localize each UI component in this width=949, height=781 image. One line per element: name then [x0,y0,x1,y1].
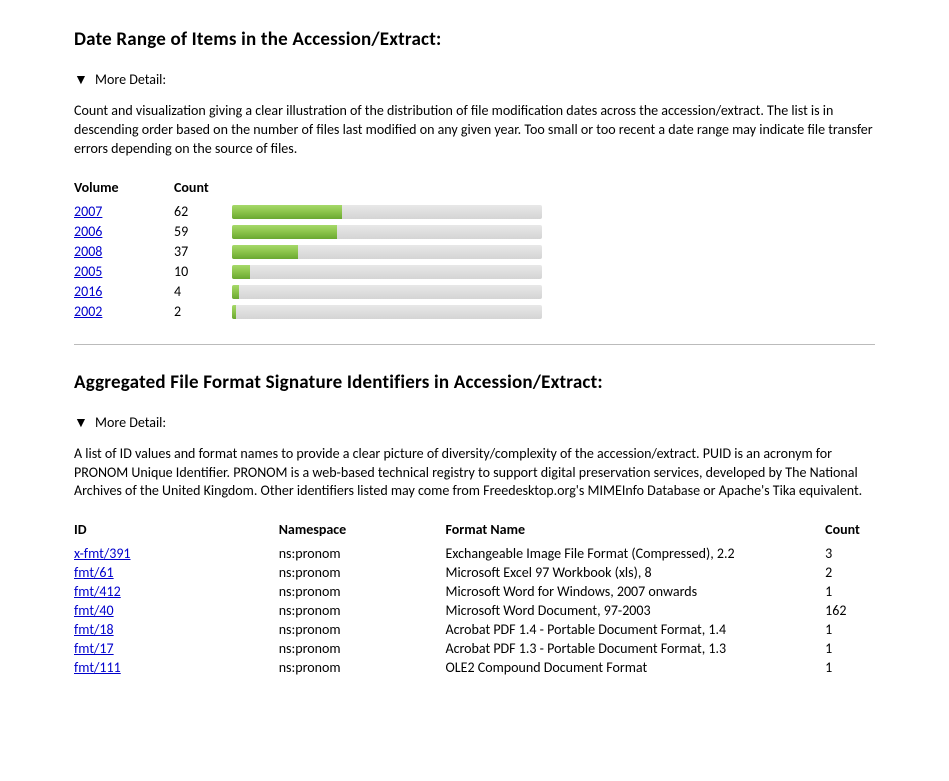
table-row: 2016 4 [74,282,562,302]
table-row: 2008 37 [74,242,562,262]
table-row: 2007 62 [74,202,562,222]
format-name-cell: Acrobat PDF 1.4 - Portable Document Form… [445,620,825,639]
date-range-description: Count and visualization giving a clear i… [74,102,875,159]
bar-track [232,245,542,259]
col-count: Count [825,519,875,544]
format-name-cell: Microsoft Word for Windows, 2007 onwards [445,582,825,601]
more-detail-label: More Detail: [95,71,166,88]
format-table: ID Namespace Format Name Count x-fmt/391… [74,519,875,677]
section-divider [74,344,875,345]
table-row: 2005 10 [74,262,562,282]
format-heading: Aggregated File Format Signature Identif… [74,371,875,394]
table-row: x-fmt/391 ns:pronomExchangeable Image Fil… [74,544,875,563]
bar-track [232,285,542,299]
year-link[interactable]: 2002 [74,303,102,320]
table-row: fmt/412 ns:pronomMicrosoft Word for Windo… [74,582,875,601]
count-cell: 1 [825,639,875,658]
year-link[interactable]: 2006 [74,223,102,240]
format-name-cell: OLE2 Compound Document Format [445,658,825,677]
format-name-cell: Microsoft Excel 97 Workbook (xls), 8 [445,563,825,582]
namespace-cell: ns:pronom [279,639,446,658]
col-volume: Volume [74,177,174,202]
triangle-down-icon: ▼ [74,414,88,431]
year-link[interactable]: 2007 [74,203,102,220]
bar-fill [232,205,342,219]
count-cell: 4 [174,282,232,302]
bar-track [232,225,542,239]
namespace-cell: ns:pronom [279,620,446,639]
count-cell: 1 [825,658,875,677]
format-description: A list of ID values and format names to … [74,445,875,502]
date-range-heading: Date Range of Items in the Accession/Ext… [74,28,875,51]
col-id: ID [74,519,279,544]
year-link[interactable]: 2005 [74,263,102,280]
format-id-link[interactable]: fmt/40 [74,602,114,619]
count-cell: 62 [174,202,232,222]
more-detail-label: More Detail: [95,414,166,431]
namespace-cell: ns:pronom [279,544,446,563]
count-cell: 3 [825,544,875,563]
bar-track [232,305,542,319]
table-row: fmt/61 ns:pronomMicrosoft Excel 97 Workbo… [74,563,875,582]
format-id-link[interactable]: x-fmt/391 [74,545,131,562]
table-row: 2002 2 [74,302,562,322]
table-row: fmt/40 ns:pronomMicrosoft Word Document, … [74,601,875,620]
bar-track [232,205,542,219]
count-cell: 162 [825,601,875,620]
bar-fill [232,305,236,319]
namespace-cell: ns:pronom [279,563,446,582]
year-link[interactable]: 2016 [74,283,102,300]
format-name-cell: Acrobat PDF 1.3 - Portable Document Form… [445,639,825,658]
table-row: fmt/17 ns:pronomAcrobat PDF 1.3 - Portabl… [74,639,875,658]
table-row: 2006 59 [74,222,562,242]
format-id-link[interactable]: fmt/111 [74,659,121,676]
col-count: Count [174,177,232,202]
count-cell: 37 [174,242,232,262]
format-id-link[interactable]: fmt/18 [74,621,114,638]
more-detail-toggle-2[interactable]: ▼ More Detail: [74,414,875,431]
col-format: Format Name [445,519,825,544]
count-cell: 2 [825,563,875,582]
table-row: fmt/18 ns:pronomAcrobat PDF 1.4 - Portabl… [74,620,875,639]
namespace-cell: ns:pronom [279,582,446,601]
bar-track [232,265,542,279]
format-name-cell: Exchangeable Image File Format (Compress… [445,544,825,563]
format-id-link[interactable]: fmt/412 [74,583,121,600]
namespace-cell: ns:pronom [279,658,446,677]
namespace-cell: ns:pronom [279,601,446,620]
count-cell: 1 [825,582,875,601]
year-link[interactable]: 2008 [74,243,102,260]
count-cell: 2 [174,302,232,322]
format-id-link[interactable]: fmt/61 [74,564,114,581]
bar-fill [232,265,250,279]
table-row: fmt/111 ns:pronomOLE2 Compound Document F… [74,658,875,677]
count-cell: 59 [174,222,232,242]
count-cell: 1 [825,620,875,639]
count-cell: 10 [174,262,232,282]
col-namespace: Namespace [279,519,446,544]
bar-fill [232,245,298,259]
triangle-down-icon: ▼ [74,71,88,88]
bar-fill [232,225,337,239]
format-name-cell: Microsoft Word Document, 97-2003 [445,601,825,620]
format-id-link[interactable]: fmt/17 [74,640,114,657]
more-detail-toggle-1[interactable]: ▼ More Detail: [74,71,875,88]
bar-fill [232,285,239,299]
date-range-table: Volume Count 200762200659200837200510201… [74,177,562,322]
